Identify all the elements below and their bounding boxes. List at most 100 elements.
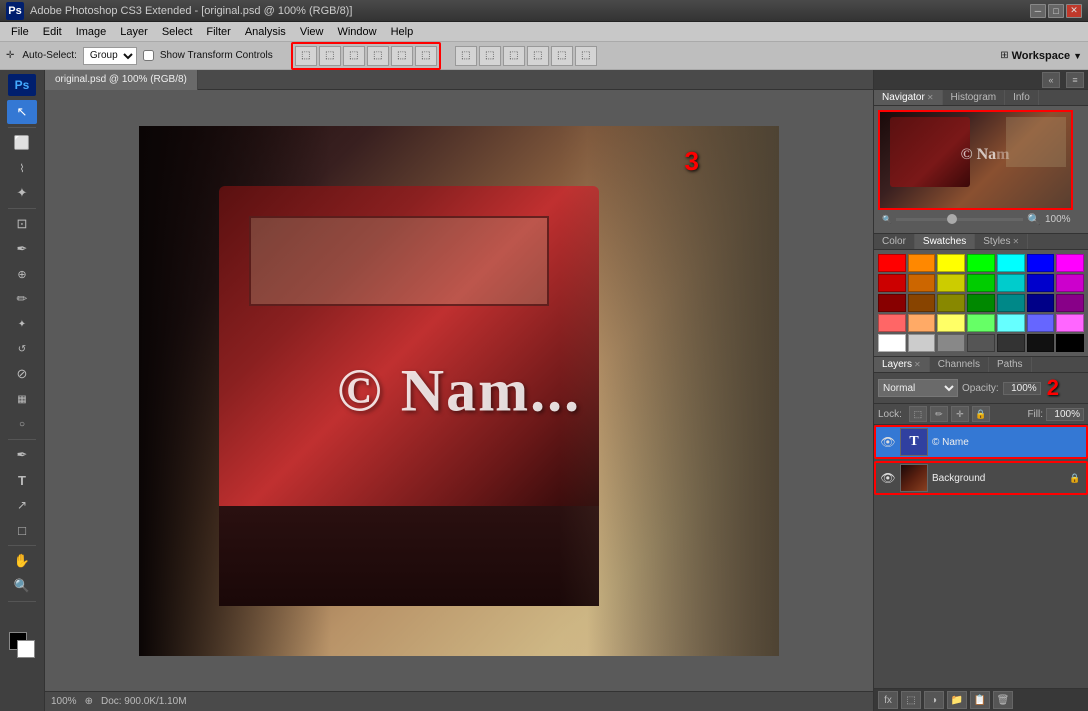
- menu-window[interactable]: Window: [330, 24, 383, 40]
- swatch-28[interactable]: [878, 334, 906, 352]
- menu-filter[interactable]: Filter: [199, 24, 237, 40]
- restore-button[interactable]: □: [1048, 4, 1064, 18]
- color-picker[interactable]: [9, 632, 35, 658]
- lock-image-button[interactable]: ✏: [930, 406, 948, 422]
- blend-mode-select[interactable]: NormalDissolveMultiplyScreenOverlaySoft …: [878, 379, 958, 397]
- lock-all-button[interactable]: 🔒: [972, 406, 990, 422]
- layer-style-button[interactable]: fx: [878, 691, 898, 709]
- crop-tool[interactable]: ⊡: [7, 212, 37, 236]
- menu-layer[interactable]: Layer: [113, 24, 155, 40]
- zoom-slider[interactable]: [896, 218, 1023, 221]
- layer-visibility-name[interactable]: 👁: [880, 434, 896, 450]
- distribute-center-v-button[interactable]: ⬚: [479, 46, 501, 66]
- swatch-24[interactable]: [967, 314, 995, 332]
- distribute-left-button[interactable]: ⬚: [527, 46, 549, 66]
- align-right-button[interactable]: ⬚: [415, 46, 437, 66]
- swatch-32[interactable]: [997, 334, 1025, 352]
- menu-view[interactable]: View: [293, 24, 331, 40]
- move-tool[interactable]: ↖: [7, 100, 37, 124]
- new-layer-button[interactable]: 📋: [970, 691, 990, 709]
- tab-swatches[interactable]: Swatches: [915, 234, 975, 249]
- swatch-8[interactable]: [908, 274, 936, 292]
- swatch-26[interactable]: [1027, 314, 1055, 332]
- swatch-34[interactable]: [1056, 334, 1084, 352]
- menu-file[interactable]: File: [4, 24, 36, 40]
- styles-tab-close[interactable]: ✕: [1013, 237, 1020, 246]
- distribute-right-button[interactable]: ⬚: [575, 46, 597, 66]
- navigator-tab-close[interactable]: ✕: [927, 93, 934, 102]
- swatch-29[interactable]: [908, 334, 936, 352]
- menu-analysis[interactable]: Analysis: [238, 24, 293, 40]
- eraser-tool[interactable]: ⊘: [7, 362, 37, 386]
- menu-help[interactable]: Help: [384, 24, 421, 40]
- swatch-13[interactable]: [1056, 274, 1084, 292]
- swatch-25[interactable]: [997, 314, 1025, 332]
- canvas-tab-item[interactable]: original.psd @ 100% (RGB/8): [45, 70, 198, 90]
- swatch-20[interactable]: [1056, 294, 1084, 312]
- navigator-thumbnail[interactable]: © Nam: [878, 110, 1073, 210]
- lock-position-button[interactable]: ✛: [951, 406, 969, 422]
- swatch-14[interactable]: [878, 294, 906, 312]
- tab-channels[interactable]: Channels: [930, 357, 989, 372]
- tab-histogram[interactable]: Histogram: [943, 90, 1006, 105]
- align-top-left-button[interactable]: ⬚: [295, 46, 317, 66]
- tab-styles[interactable]: Styles ✕: [975, 234, 1028, 249]
- minimize-button[interactable]: ─: [1030, 4, 1046, 18]
- swatch-18[interactable]: [997, 294, 1025, 312]
- tab-layers[interactable]: Layers ✕: [874, 357, 930, 372]
- swatch-11[interactable]: [997, 274, 1025, 292]
- swatch-0[interactable]: [878, 254, 906, 272]
- pen-tool[interactable]: ✒: [7, 443, 37, 467]
- distribute-bottom-button[interactable]: ⬚: [503, 46, 525, 66]
- swatch-3[interactable]: [967, 254, 995, 272]
- swatch-12[interactable]: [1027, 274, 1055, 292]
- type-tool[interactable]: T: [7, 468, 37, 492]
- collapse-panel-button[interactable]: «: [1042, 72, 1060, 88]
- panel-options-button[interactable]: ≡: [1066, 72, 1084, 88]
- new-fill-layer-button[interactable]: ◑: [924, 691, 944, 709]
- background-color[interactable]: [17, 640, 35, 658]
- eyedropper-tool[interactable]: ✒: [7, 237, 37, 261]
- swatch-10[interactable]: [967, 274, 995, 292]
- swatch-6[interactable]: [1056, 254, 1084, 272]
- layer-visibility-background[interactable]: 👁: [880, 470, 896, 486]
- hand-tool[interactable]: ✋: [7, 549, 37, 573]
- swatch-31[interactable]: [967, 334, 995, 352]
- swatch-23[interactable]: [937, 314, 965, 332]
- swatch-15[interactable]: [908, 294, 936, 312]
- align-top-center-button[interactable]: ⬚: [319, 46, 341, 66]
- canvas-viewport[interactable]: © Nam... 3: [45, 90, 873, 691]
- swatch-7[interactable]: [878, 274, 906, 292]
- swatch-17[interactable]: [967, 294, 995, 312]
- layer-item-background[interactable]: 👁 Background 🔒: [874, 461, 1088, 495]
- menu-image[interactable]: Image: [69, 24, 114, 40]
- clone-tool[interactable]: ✦: [7, 312, 37, 336]
- swatch-33[interactable]: [1027, 334, 1055, 352]
- magic-wand-tool[interactable]: ✦: [7, 181, 37, 205]
- swatch-2[interactable]: [937, 254, 965, 272]
- gradient-tool[interactable]: ▦: [7, 387, 37, 411]
- new-group-button[interactable]: 📁: [947, 691, 967, 709]
- menu-edit[interactable]: Edit: [36, 24, 69, 40]
- tab-navigator[interactable]: Navigator ✕: [874, 90, 943, 105]
- align-top-right-button[interactable]: ⬚: [343, 46, 365, 66]
- marquee-tool[interactable]: ⬜: [7, 131, 37, 155]
- tab-paths[interactable]: Paths: [989, 357, 1032, 372]
- swatch-1[interactable]: [908, 254, 936, 272]
- fill-value[interactable]: 100%: [1046, 408, 1084, 421]
- brush-tool[interactable]: ✏: [7, 287, 37, 311]
- opacity-value[interactable]: 100%: [1003, 382, 1041, 395]
- swatch-22[interactable]: [908, 314, 936, 332]
- swatch-21[interactable]: [878, 314, 906, 332]
- swatch-5[interactable]: [1027, 254, 1055, 272]
- history-tool[interactable]: ↺: [7, 337, 37, 361]
- align-center-button[interactable]: ⬚: [391, 46, 413, 66]
- layer-item-name[interactable]: 👁 T © Name: [874, 425, 1088, 459]
- swatch-19[interactable]: [1027, 294, 1055, 312]
- dodge-tool[interactable]: ○: [7, 412, 37, 436]
- distribute-center-h-button[interactable]: ⬚: [551, 46, 573, 66]
- tab-info[interactable]: Info: [1005, 90, 1039, 105]
- align-left-button[interactable]: ⬚: [367, 46, 389, 66]
- healing-tool[interactable]: ⊕: [7, 262, 37, 286]
- layer-mask-button[interactable]: ⬚: [901, 691, 921, 709]
